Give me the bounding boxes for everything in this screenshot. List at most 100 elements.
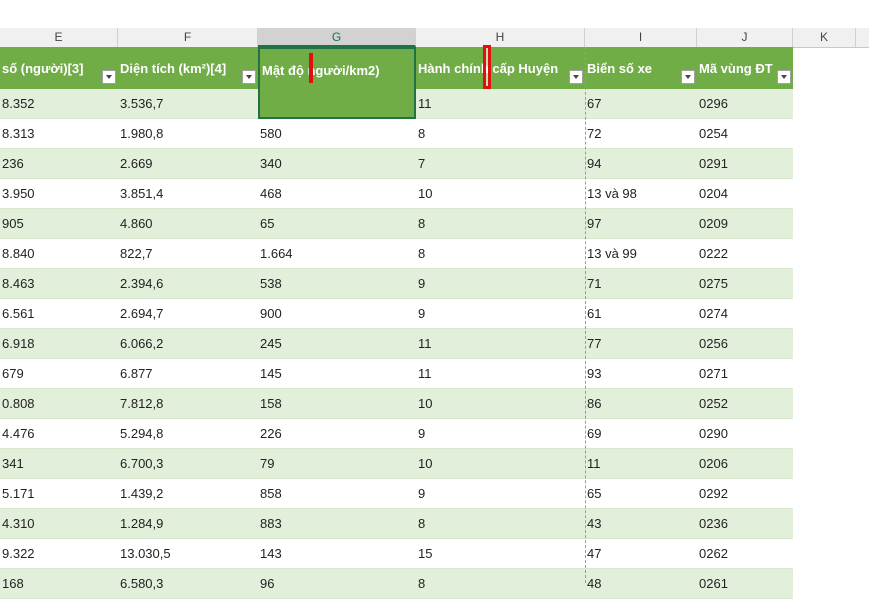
filter-dropdown-icon[interactable]: [777, 70, 791, 84]
column-header-h[interactable]: H: [416, 28, 585, 47]
table-cell-i[interactable]: 77: [585, 329, 697, 359]
table-cell-i[interactable]: 47: [585, 539, 697, 569]
table-cell-j[interactable]: 0291: [697, 149, 793, 179]
table-cell-j[interactable]: 0292: [697, 479, 793, 509]
table-cell-j[interactable]: 0296: [697, 89, 793, 119]
table-cell-h[interactable]: 8: [416, 569, 585, 599]
table-cell-g[interactable]: 96: [258, 569, 416, 599]
table-cell-f[interactable]: 6.580,3: [118, 569, 258, 599]
table-cell-e[interactable]: 5.171: [0, 479, 118, 509]
table-cell-e[interactable]: 4.476: [0, 419, 118, 449]
table-cell-j[interactable]: 0209: [697, 209, 793, 239]
table-cell-h[interactable]: 7: [416, 149, 585, 179]
table-cell-j[interactable]: 0236: [697, 509, 793, 539]
selected-cell-density-header[interactable]: Mật độ người/km2): [258, 47, 416, 119]
filter-dropdown-icon[interactable]: [681, 70, 695, 84]
table-cell-j[interactable]: 0222: [697, 239, 793, 269]
header-cell-population[interactable]: số (người)[3]: [0, 47, 118, 89]
table-cell-i[interactable]: 67: [585, 89, 697, 119]
table-cell-i[interactable]: 11: [585, 449, 697, 479]
table-cell-g[interactable]: 468: [258, 179, 416, 209]
table-cell-h[interactable]: 8: [416, 209, 585, 239]
table-cell-f[interactable]: 2.394,6: [118, 269, 258, 299]
table-cell-e[interactable]: 168: [0, 569, 118, 599]
table-cell-g[interactable]: 538: [258, 269, 416, 299]
table-cell-h[interactable]: 11: [416, 89, 585, 119]
table-cell-h[interactable]: 15: [416, 539, 585, 569]
table-cell-f[interactable]: 3.851,4: [118, 179, 258, 209]
table-cell-e[interactable]: 8.313: [0, 119, 118, 149]
table-cell-j[interactable]: 0252: [697, 389, 793, 419]
column-header-j[interactable]: J: [697, 28, 793, 47]
table-cell-e[interactable]: 8.463: [0, 269, 118, 299]
table-cell-h[interactable]: 11: [416, 329, 585, 359]
table-cell-g[interactable]: 900: [258, 299, 416, 329]
table-cell-e[interactable]: 905: [0, 209, 118, 239]
table-cell-g[interactable]: 145: [258, 359, 416, 389]
table-cell-i[interactable]: 72: [585, 119, 697, 149]
table-cell-j[interactable]: 0204: [697, 179, 793, 209]
table-cell-j[interactable]: 0262: [697, 539, 793, 569]
table-cell-g[interactable]: 340: [258, 149, 416, 179]
table-cell-f[interactable]: 5.294,8: [118, 419, 258, 449]
table-cell-f[interactable]: 1.284,9: [118, 509, 258, 539]
table-cell-g[interactable]: 226: [258, 419, 416, 449]
header-cell-area-code[interactable]: Mã vùng ĐT: [697, 47, 793, 89]
table-cell-e[interactable]: 8.352: [0, 89, 118, 119]
table-cell-j[interactable]: 0271: [697, 359, 793, 389]
table-cell-e[interactable]: 8.840: [0, 239, 118, 269]
filter-dropdown-icon[interactable]: [569, 70, 583, 84]
header-cell-district[interactable]: Hành chính cấp Huyện: [416, 47, 585, 89]
table-cell-i[interactable]: 48: [585, 569, 697, 599]
table-cell-h[interactable]: 9: [416, 299, 585, 329]
table-cell-i[interactable]: 93: [585, 359, 697, 389]
table-cell-g[interactable]: 79: [258, 449, 416, 479]
table-cell-j[interactable]: 0274: [697, 299, 793, 329]
column-header-e[interactable]: E: [0, 28, 118, 47]
table-cell-e[interactable]: 6.561: [0, 299, 118, 329]
table-cell-i[interactable]: 94: [585, 149, 697, 179]
table-cell-f[interactable]: 4.860: [118, 209, 258, 239]
header-cell-plate[interactable]: Biển số xe: [585, 47, 697, 89]
table-cell-g[interactable]: 883: [258, 509, 416, 539]
table-cell-i[interactable]: 13 và 99: [585, 239, 697, 269]
table-cell-i[interactable]: 71: [585, 269, 697, 299]
table-cell-f[interactable]: 13.030,5: [118, 539, 258, 569]
table-cell-i[interactable]: 61: [585, 299, 697, 329]
filter-dropdown-icon[interactable]: [102, 70, 116, 84]
table-cell-f[interactable]: 3.536,7: [118, 89, 258, 119]
table-cell-i[interactable]: 13 và 98: [585, 179, 697, 209]
table-cell-f[interactable]: 6.066,2: [118, 329, 258, 359]
column-header-g[interactable]: G: [258, 28, 416, 47]
table-cell-g[interactable]: 580: [258, 119, 416, 149]
table-cell-f[interactable]: 2.694,7: [118, 299, 258, 329]
table-cell-h[interactable]: 10: [416, 389, 585, 419]
table-cell-h[interactable]: 10: [416, 179, 585, 209]
table-cell-e[interactable]: 9.322: [0, 539, 118, 569]
table-cell-h[interactable]: 9: [416, 479, 585, 509]
table-cell-h[interactable]: 9: [416, 269, 585, 299]
table-cell-e[interactable]: 4.310: [0, 509, 118, 539]
table-cell-g[interactable]: 858: [258, 479, 416, 509]
table-cell-i[interactable]: 97: [585, 209, 697, 239]
column-header-k[interactable]: K: [793, 28, 856, 47]
table-cell-j[interactable]: 0275: [697, 269, 793, 299]
table-cell-h[interactable]: 10: [416, 449, 585, 479]
table-cell-j[interactable]: 0206: [697, 449, 793, 479]
table-cell-e[interactable]: 6.918: [0, 329, 118, 359]
table-cell-h[interactable]: 8: [416, 119, 585, 149]
table-cell-h[interactable]: 11: [416, 359, 585, 389]
table-cell-g[interactable]: 158: [258, 389, 416, 419]
table-cell-f[interactable]: 1.980,8: [118, 119, 258, 149]
table-cell-h[interactable]: 8: [416, 239, 585, 269]
table-cell-i[interactable]: 43: [585, 509, 697, 539]
table-cell-i[interactable]: 86: [585, 389, 697, 419]
table-cell-f[interactable]: 6.877: [118, 359, 258, 389]
table-cell-f[interactable]: 2.669: [118, 149, 258, 179]
filter-dropdown-icon[interactable]: [242, 70, 256, 84]
table-cell-f[interactable]: 7.812,8: [118, 389, 258, 419]
table-cell-h[interactable]: 8: [416, 509, 585, 539]
table-cell-i[interactable]: 69: [585, 419, 697, 449]
table-cell-h[interactable]: 9: [416, 419, 585, 449]
table-cell-j[interactable]: 0261: [697, 569, 793, 599]
